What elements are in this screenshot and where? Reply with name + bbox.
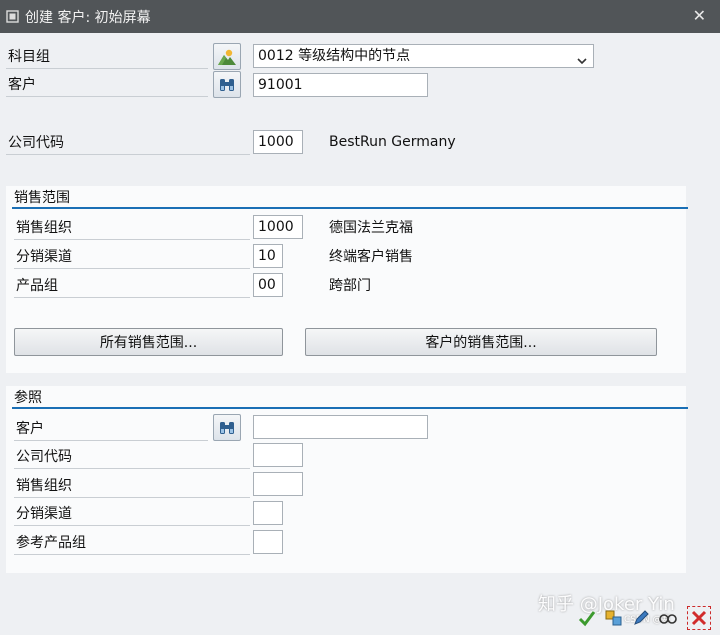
app-icon (6, 10, 19, 23)
ref-customer-search-button[interactable] (213, 414, 241, 441)
ref-division-label: 参考产品组 (14, 531, 250, 555)
account-group-select[interactable]: 0012 等级结构中的节点 (253, 44, 594, 68)
dist-channel-description: 终端客户销售 (329, 249, 413, 265)
account-group-label: 科目组 (6, 45, 208, 69)
cancel-button[interactable] (687, 606, 711, 630)
window-title: 创建 客户: 初始屏幕 (25, 9, 151, 26)
glasses-icon (659, 614, 677, 624)
customer-sales-areas-button[interactable]: 客户的销售范围... (305, 328, 657, 356)
ref-dist-channel-input[interactable] (253, 501, 283, 525)
company-code-description: BestRun Germany (329, 134, 456, 150)
confirm-button[interactable] (575, 606, 599, 630)
reference-divider (12, 407, 688, 409)
account-group-hierarchy-button[interactable] (213, 43, 241, 70)
window-close-icon[interactable]: ✕ (693, 6, 706, 25)
pencil-icon (634, 610, 649, 625)
ref-dist-channel-label: 分销渠道 (14, 502, 250, 526)
sales-org-input[interactable]: 1000 (253, 215, 303, 239)
company-code-label: 公司代码 (6, 131, 250, 155)
ref-company-code-input[interactable] (253, 443, 303, 467)
all-sales-areas-button[interactable]: 所有销售范围... (14, 328, 283, 356)
binoculars-icon (220, 421, 234, 434)
sales-area-divider (12, 207, 688, 209)
reference-title: 参照 (14, 390, 42, 406)
sales-area-title: 销售范围 (14, 190, 70, 206)
window-titlebar: 创建 客户: 初始屏幕 ✕ (0, 0, 720, 33)
ref-division-input[interactable] (253, 530, 283, 554)
division-description: 跨部门 (329, 278, 371, 294)
ref-sales-org-label: 销售组织 (14, 474, 250, 498)
data-icon (605, 610, 622, 626)
sales-org-description: 德国法兰克福 (329, 220, 413, 236)
display-button[interactable] (656, 606, 680, 630)
account-group-value: 0012 等级结构中的节点 (258, 48, 411, 64)
dist-channel-label: 分销渠道 (14, 245, 250, 269)
ref-company-code-label: 公司代码 (14, 445, 250, 469)
close-icon (691, 610, 707, 626)
customer-search-button[interactable] (213, 71, 241, 98)
division-label: 产品组 (14, 274, 250, 298)
copy-button[interactable] (602, 606, 626, 630)
ref-customer-input[interactable] (253, 415, 428, 439)
sales-org-label: 销售组织 (14, 216, 250, 240)
chevron-down-icon (577, 51, 587, 65)
ref-customer-label: 客户 (14, 417, 208, 441)
company-code-input[interactable]: 1000 (253, 130, 303, 154)
edit-button[interactable] (629, 606, 653, 630)
dist-channel-input[interactable]: 10 (253, 244, 283, 268)
customer-label: 客户 (6, 73, 208, 97)
binoculars-icon (220, 78, 234, 91)
ref-sales-org-input[interactable] (253, 472, 303, 496)
division-input[interactable]: 00 (253, 273, 283, 297)
mountain-icon (218, 49, 236, 65)
checkmark-icon (578, 611, 596, 627)
customer-input[interactable]: 91001 (253, 73, 428, 97)
